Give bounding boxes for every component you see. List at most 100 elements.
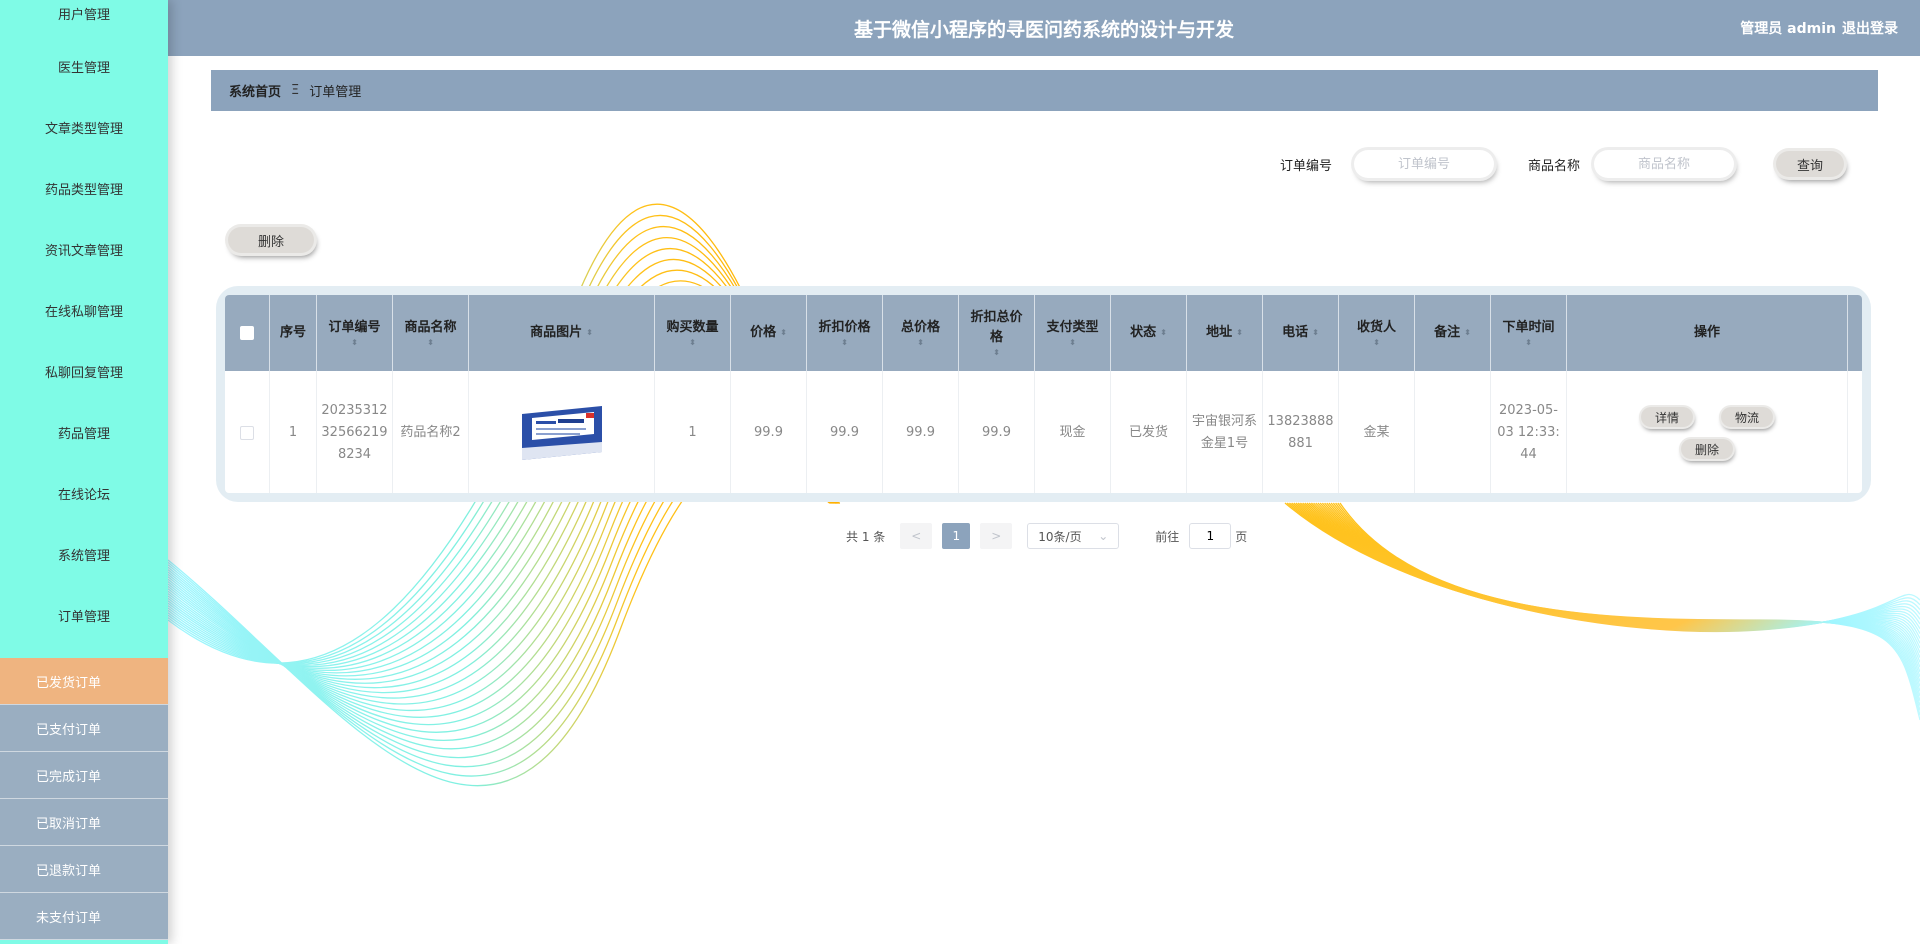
sidebar-item-5[interactable]: 在线私聊管理	[0, 280, 168, 341]
select-all-checkbox[interactable]	[240, 326, 254, 340]
column-header-label: 序号	[279, 325, 306, 340]
column-header[interactable]: 价格 ⬍	[731, 295, 807, 371]
column-header[interactable]: 商品图片 ⬍	[469, 295, 655, 371]
column-header[interactable]: 下单时间 ⬍	[1491, 295, 1567, 371]
sidebar-item-9[interactable]: 系统管理	[0, 524, 168, 585]
wave-line	[1291, 502, 1920, 631]
sidebar-subitem-0[interactable]: 已发货订单	[0, 658, 168, 705]
column-header-label: 状态	[1130, 325, 1157, 340]
column-header[interactable]: 支付类型 ⬍	[1035, 295, 1111, 371]
sidebar-subitem-5[interactable]: 未支付订单	[0, 893, 168, 940]
sidebar-item-10[interactable]: 订单管理	[0, 585, 168, 646]
pagination-total: 共 1 条	[846, 529, 886, 544]
sort-icon[interactable]: ⬍	[993, 348, 1000, 358]
sidebar-item-4[interactable]: 资讯文章管理	[0, 219, 168, 280]
breadcrumb-home[interactable]: 系统首页	[229, 81, 281, 100]
wave-line	[1326, 502, 1920, 692]
sidebar-item-7[interactable]: 药品管理	[0, 402, 168, 463]
column-header[interactable]: 订单编号 ⬍	[317, 295, 393, 371]
column-header-label: 订单编号	[328, 320, 381, 335]
orders-table: 序号 订单编号 ⬍ 商品名称 ⬍ 商品图片 ⬍ 购买数量 ⬍ 价格 ⬍ 折扣价格 ⬍ 总价格 ⬍ 折扣总价格 ⬍…	[216, 286, 1871, 502]
breadcrumb-separator: Ξ	[291, 83, 300, 98]
sidebar-item-8[interactable]: 在线论坛	[0, 463, 168, 524]
sort-icon[interactable]: ⬍	[1464, 323, 1471, 343]
wave-line	[1308, 502, 1920, 654]
sidebar-item-2[interactable]: 文章类型管理	[0, 97, 168, 158]
breadcrumb-current: 订单管理	[309, 85, 362, 100]
column-header-label: 操作	[1693, 325, 1720, 340]
sidebar-item-1[interactable]: 医生管理	[0, 36, 168, 97]
sort-icon[interactable]: ⬍	[427, 338, 434, 348]
sidebar-subitem-3[interactable]: 已取消订单	[0, 799, 168, 846]
order-no-input[interactable]	[1354, 150, 1495, 178]
sidebar-subitem-2[interactable]: 已完成订单	[0, 752, 168, 799]
row-checkbox[interactable]	[240, 426, 254, 440]
wave-line	[1288, 502, 1920, 632]
page-number-1[interactable]: 1	[942, 523, 971, 549]
cell-index: 1	[270, 371, 317, 493]
cell-phone: 13823888881	[1263, 371, 1339, 493]
column-header[interactable]: 商品名称 ⬍	[393, 295, 469, 371]
query-button[interactable]: 查询	[1776, 151, 1845, 177]
cell-note	[1415, 371, 1491, 493]
search-bar: 订单编号 商品名称 查询	[1280, 150, 1845, 178]
column-header[interactable]: 折扣价格 ⬍	[807, 295, 883, 371]
column-header: 操作	[1567, 295, 1848, 371]
batch-delete-button[interactable]: 删除	[228, 227, 314, 253]
page-size-value: 10条/页	[1038, 529, 1082, 544]
row-delete-button[interactable]: 删除	[1680, 439, 1733, 459]
column-header[interactable]: 收货人 ⬍	[1339, 295, 1415, 371]
breadcrumb: 系统首页 Ξ 订单管理	[211, 70, 1878, 111]
column-header[interactable]: 购买数量 ⬍	[655, 295, 731, 371]
logout-link[interactable]: 退出登录	[1842, 18, 1898, 38]
column-header[interactable]: 备注 ⬍	[1415, 295, 1491, 371]
column-header-label: 下单时间	[1502, 320, 1555, 335]
column-header[interactable]: 折扣总价格 ⬍	[959, 295, 1035, 371]
cell-actions: 详情 物流删除	[1567, 371, 1848, 493]
sort-icon[interactable]: ⬍	[1160, 323, 1167, 343]
sidebar-item-3[interactable]: 药品类型管理	[0, 158, 168, 219]
column-header-label: 收货人	[1356, 320, 1396, 335]
chevron-down-icon: ⌄	[1098, 529, 1109, 543]
sidebar-subitem-4[interactable]: 已退款订单	[0, 846, 168, 893]
top-header: 基于微信小程序的寻医问药系统的设计与开发 管理员 admin 退出登录	[168, 0, 1920, 56]
page-suffix: 页	[1235, 529, 1248, 544]
sort-icon[interactable]: ⬍	[780, 323, 787, 343]
wave-line	[1306, 502, 1920, 649]
sort-icon[interactable]: ⬍	[351, 338, 358, 348]
column-header-label: 折扣总价格	[970, 310, 1023, 345]
prev-page-button[interactable]: <	[900, 523, 933, 549]
column-header[interactable]: 电话 ⬍	[1263, 295, 1339, 371]
next-page-button[interactable]: >	[980, 523, 1013, 549]
column-header-label: 商品图片	[530, 325, 583, 340]
sort-icon[interactable]: ⬍	[1236, 323, 1243, 343]
cell-product: 药品名称2	[393, 371, 469, 493]
sort-icon[interactable]: ⬍	[586, 323, 593, 343]
current-user: 管理员 admin	[1740, 21, 1836, 37]
sidebar-item-6[interactable]: 私聊回复管理	[0, 341, 168, 402]
logistics-button[interactable]: 物流	[1721, 407, 1774, 427]
goto-page-input[interactable]	[1189, 523, 1232, 549]
sort-icon[interactable]: ⬍	[917, 338, 924, 348]
page-size-select[interactable]: 10条/页 ⌄	[1027, 523, 1120, 549]
sidebar-subitem-1[interactable]: 已支付订单	[0, 705, 168, 752]
sidebar-item-0[interactable]: 用户管理	[0, 0, 168, 36]
sort-icon[interactable]: ⬍	[689, 338, 696, 348]
sort-icon[interactable]: ⬍	[1069, 338, 1076, 348]
sort-icon[interactable]: ⬍	[841, 338, 848, 348]
sort-icon[interactable]: ⬍	[1373, 338, 1380, 348]
column-header[interactable]: 状态 ⬍	[1111, 295, 1187, 371]
product-name-input[interactable]	[1594, 150, 1735, 178]
wave-line	[1328, 502, 1920, 697]
column-header[interactable]: 序号	[270, 295, 317, 371]
column-header[interactable]: 地址 ⬍	[1187, 295, 1263, 371]
detail-button[interactable]: 详情	[1640, 407, 1693, 427]
cell-order-no: 20235312325662198234	[317, 371, 393, 493]
cell-status: 已发货	[1111, 371, 1187, 493]
sort-icon[interactable]: ⬍	[1312, 323, 1319, 343]
column-header-label: 地址	[1206, 325, 1233, 340]
sort-icon[interactable]: ⬍	[1525, 338, 1532, 348]
cell-discount-total: 99.9	[959, 371, 1035, 493]
column-header[interactable]: 总价格 ⬍	[883, 295, 959, 371]
cell-discount-price: 99.9	[807, 371, 883, 493]
